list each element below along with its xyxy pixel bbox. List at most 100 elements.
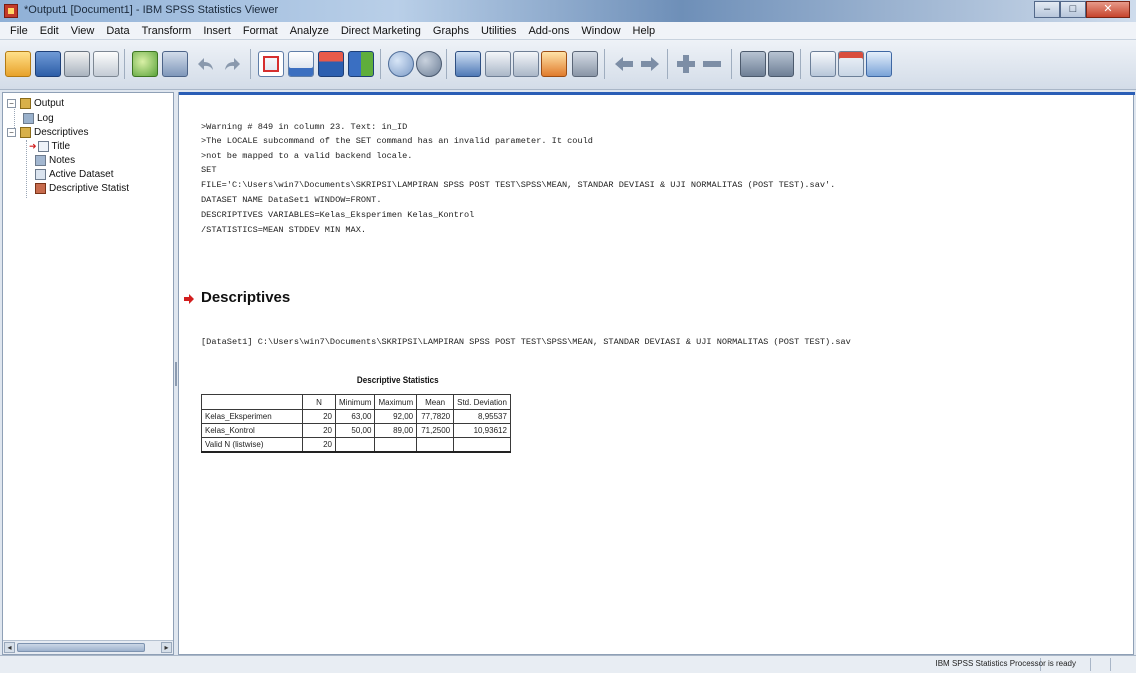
- menu-format[interactable]: Format: [237, 25, 284, 37]
- insert-heading-icon[interactable]: [485, 51, 511, 77]
- table-cell: 63,00: [334, 409, 376, 424]
- paste-icon[interactable]: [866, 51, 892, 77]
- window-controls: – □ ✕: [1034, 1, 1130, 19]
- designate-window-icon[interactable]: [388, 51, 414, 77]
- outline-label-descriptives: Descriptives: [34, 126, 89, 138]
- book-icon: [20, 126, 31, 138]
- menu-analyze[interactable]: Analyze: [284, 25, 335, 37]
- log-line: DESCRIPTIVES VARIABLES=Kelas_Eksperimen …: [201, 210, 475, 220]
- log-line: >Warning # 849 in column 23. Text: in_ID: [201, 122, 408, 132]
- close-button[interactable]: ✕: [1086, 1, 1130, 18]
- table-title: Descriptive Statistics: [356, 375, 439, 386]
- minimize-button[interactable]: –: [1034, 1, 1060, 18]
- status-bar: IBM SPSS Statistics Processor is ready: [0, 655, 1136, 673]
- outline-node-log[interactable]: Log: [23, 111, 54, 125]
- table-cell: [334, 437, 376, 453]
- insert-title-icon[interactable]: [513, 51, 539, 77]
- demote-icon[interactable]: [637, 51, 663, 77]
- output-book-icon: [20, 97, 31, 109]
- collapse-icon[interactable]: [699, 51, 725, 77]
- outline-node-active-dataset[interactable]: Active Dataset: [35, 167, 113, 181]
- menu-utilities[interactable]: Utilities: [475, 25, 522, 37]
- open-folder-icon[interactable]: [5, 51, 31, 77]
- goto-variable-icon[interactable]: [288, 51, 314, 77]
- run-script-icon[interactable]: [455, 51, 481, 77]
- scroll-thumb[interactable]: [17, 643, 145, 652]
- menu-data[interactable]: Data: [100, 25, 135, 37]
- scroll-right-icon[interactable]: ▸: [161, 642, 172, 653]
- section-heading[interactable]: Descriptives: [201, 289, 290, 306]
- redo-icon[interactable]: [220, 51, 246, 77]
- outline-node-descriptive-statistics[interactable]: Descriptive Statist: [35, 181, 129, 195]
- collapse-toggle[interactable]: −: [7, 98, 16, 108]
- outline-pane: − Output Log − Descriptives ➜ Title Note…: [2, 92, 174, 655]
- table-cell: 50,00: [334, 423, 376, 438]
- data-editor-icon[interactable]: [348, 51, 374, 77]
- show-icon[interactable]: [740, 51, 766, 77]
- page-setup-icon[interactable]: [810, 51, 836, 77]
- menu-view[interactable]: View: [65, 25, 101, 37]
- table-row-label: Kelas_Eksperimen: [201, 409, 303, 424]
- toolbar-separator: [604, 49, 605, 79]
- status-divider: [1090, 658, 1091, 671]
- insert-text-icon[interactable]: [541, 51, 567, 77]
- export-icon[interactable]: [132, 51, 158, 77]
- menu-transform[interactable]: Transform: [136, 25, 198, 37]
- outline-label-title: Title: [51, 140, 71, 152]
- goto-case-icon[interactable]: [258, 51, 284, 77]
- print-preview-icon[interactable]: [93, 51, 119, 77]
- collapse-toggle[interactable]: −: [7, 127, 16, 137]
- descriptive-statistics-table[interactable]: N Minimum Maximum Mean Std. Deviation Ke…: [201, 394, 511, 453]
- table-header-cell: N: [302, 394, 336, 410]
- save-icon[interactable]: [35, 51, 61, 77]
- outline-node-notes[interactable]: Notes: [35, 153, 75, 167]
- outline-node-title[interactable]: ➜ Title: [29, 139, 70, 153]
- table-header-cell: Minimum: [334, 394, 376, 410]
- log-line: >not be mapped to a valid backend locale…: [201, 151, 413, 161]
- menu-insert[interactable]: Insert: [197, 25, 237, 37]
- maximize-button[interactable]: □: [1060, 1, 1086, 18]
- menu-add-ons[interactable]: Add-ons: [522, 25, 575, 37]
- content-top-edge: [179, 92, 1135, 95]
- outline-horizontal-scrollbar[interactable]: ◂ ▸: [3, 640, 173, 654]
- hide-all-icon[interactable]: [768, 51, 794, 77]
- title-bar: *Output1 [Document1] - IBM SPSS Statisti…: [0, 0, 1136, 22]
- menu-help[interactable]: Help: [627, 25, 662, 37]
- recall-dialog-icon[interactable]: [162, 51, 188, 77]
- toolbar-separator: [667, 49, 668, 79]
- menu-bar: File Edit View Data Transform Insert For…: [0, 22, 1136, 40]
- log-line: SET: [201, 165, 217, 175]
- menu-graphs[interactable]: Graphs: [427, 25, 475, 37]
- scroll-left-icon[interactable]: ◂: [4, 642, 15, 653]
- table-header-cell: Maximum: [374, 394, 418, 410]
- outline-node-output[interactable]: − Output: [7, 96, 64, 110]
- table-header-cell: [201, 394, 303, 410]
- copy-icon[interactable]: [838, 51, 864, 77]
- table-cell: 10,93612: [453, 423, 511, 438]
- undo-icon[interactable]: [192, 51, 218, 77]
- variables-icon[interactable]: [318, 51, 344, 77]
- outline-label-output: Output: [34, 97, 65, 109]
- menu-edit[interactable]: Edit: [34, 25, 65, 37]
- menu-file[interactable]: File: [4, 25, 34, 37]
- table-cell: [374, 437, 418, 453]
- table-row: Kelas_Kontrol 20 50,00 89,00 71,2500 10,…: [201, 423, 511, 438]
- promote-icon[interactable]: [611, 51, 637, 77]
- menu-window[interactable]: Window: [575, 25, 626, 37]
- expand-icon[interactable]: [673, 51, 699, 77]
- log-line: /STATISTICS=MEAN STDDEV MIN MAX.: [201, 225, 367, 235]
- print-icon[interactable]: [64, 51, 90, 77]
- toolbar-separator: [800, 49, 801, 79]
- select-last-output-icon[interactable]: [416, 51, 442, 77]
- outline-node-descriptives[interactable]: − Descriptives: [7, 125, 88, 139]
- splitter-grip[interactable]: [175, 362, 177, 386]
- table-cell: [453, 437, 511, 453]
- table-header-row: N Minimum Maximum Mean Std. Deviation: [201, 394, 511, 410]
- table-cell: 71,2500: [416, 423, 455, 438]
- create-title-icon[interactable]: [572, 51, 598, 77]
- outline-label-active-dataset: Active Dataset: [49, 168, 114, 180]
- table-row: Valid N (listwise) 20: [201, 437, 511, 453]
- table-cell: 20: [302, 409, 336, 424]
- table-cell: 8,95537: [453, 409, 511, 424]
- menu-direct-marketing[interactable]: Direct Marketing: [335, 25, 427, 37]
